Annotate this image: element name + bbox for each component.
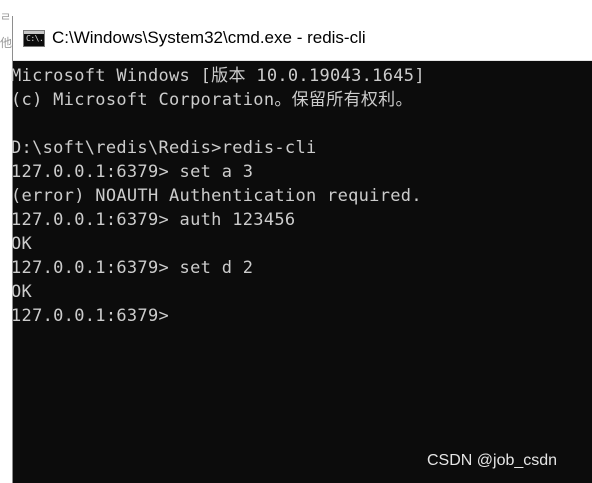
watermark: CSDN @job_csdn bbox=[427, 452, 558, 469]
background-window-fragment: ㄹ 他 bbox=[0, 0, 12, 60]
console-line: 127.0.0.1:6379> set a 3 bbox=[11, 162, 254, 182]
console-prompt-line[interactable]: 127.0.0.1:6379> bbox=[11, 304, 592, 328]
console-line: 127.0.0.1:6379> auth 123456 bbox=[11, 210, 296, 230]
console-line: OK bbox=[11, 234, 33, 254]
console-line: D:\soft\redis\Redis>redis-cli bbox=[11, 138, 317, 158]
background-text-fragment: 他 bbox=[0, 36, 12, 50]
cmd-icon-glyph: C:\. bbox=[26, 33, 44, 43]
cmd-icon[interactable]: C:\. bbox=[23, 29, 45, 47]
console-line: (error) NOAUTH Authentication required. bbox=[11, 186, 422, 206]
screenshot-stage: ㄹ 他 C:\. C:\Windows\System32\cmd.exe - r… bbox=[0, 0, 592, 483]
console-line: (c) Microsoft Corporation。保留所有权利。 bbox=[11, 90, 413, 110]
console-output[interactable]: Microsoft Windows [版本 10.0.19043.1645] (… bbox=[11, 61, 592, 328]
console-line: 127.0.0.1:6379> set d 2 bbox=[11, 258, 254, 278]
console-line: Microsoft Windows [版本 10.0.19043.1645] bbox=[11, 66, 425, 86]
title-bar[interactable]: C:\. C:\Windows\System32\cmd.exe - redis… bbox=[13, 16, 592, 61]
console-line: OK bbox=[11, 282, 33, 302]
cmd-window[interactable]: C:\. C:\Windows\System32\cmd.exe - redis… bbox=[11, 16, 592, 483]
background-text-fragment: ㄹ bbox=[0, 10, 12, 24]
window-title: C:\Windows\System32\cmd.exe - redis-cli bbox=[52, 28, 366, 47]
